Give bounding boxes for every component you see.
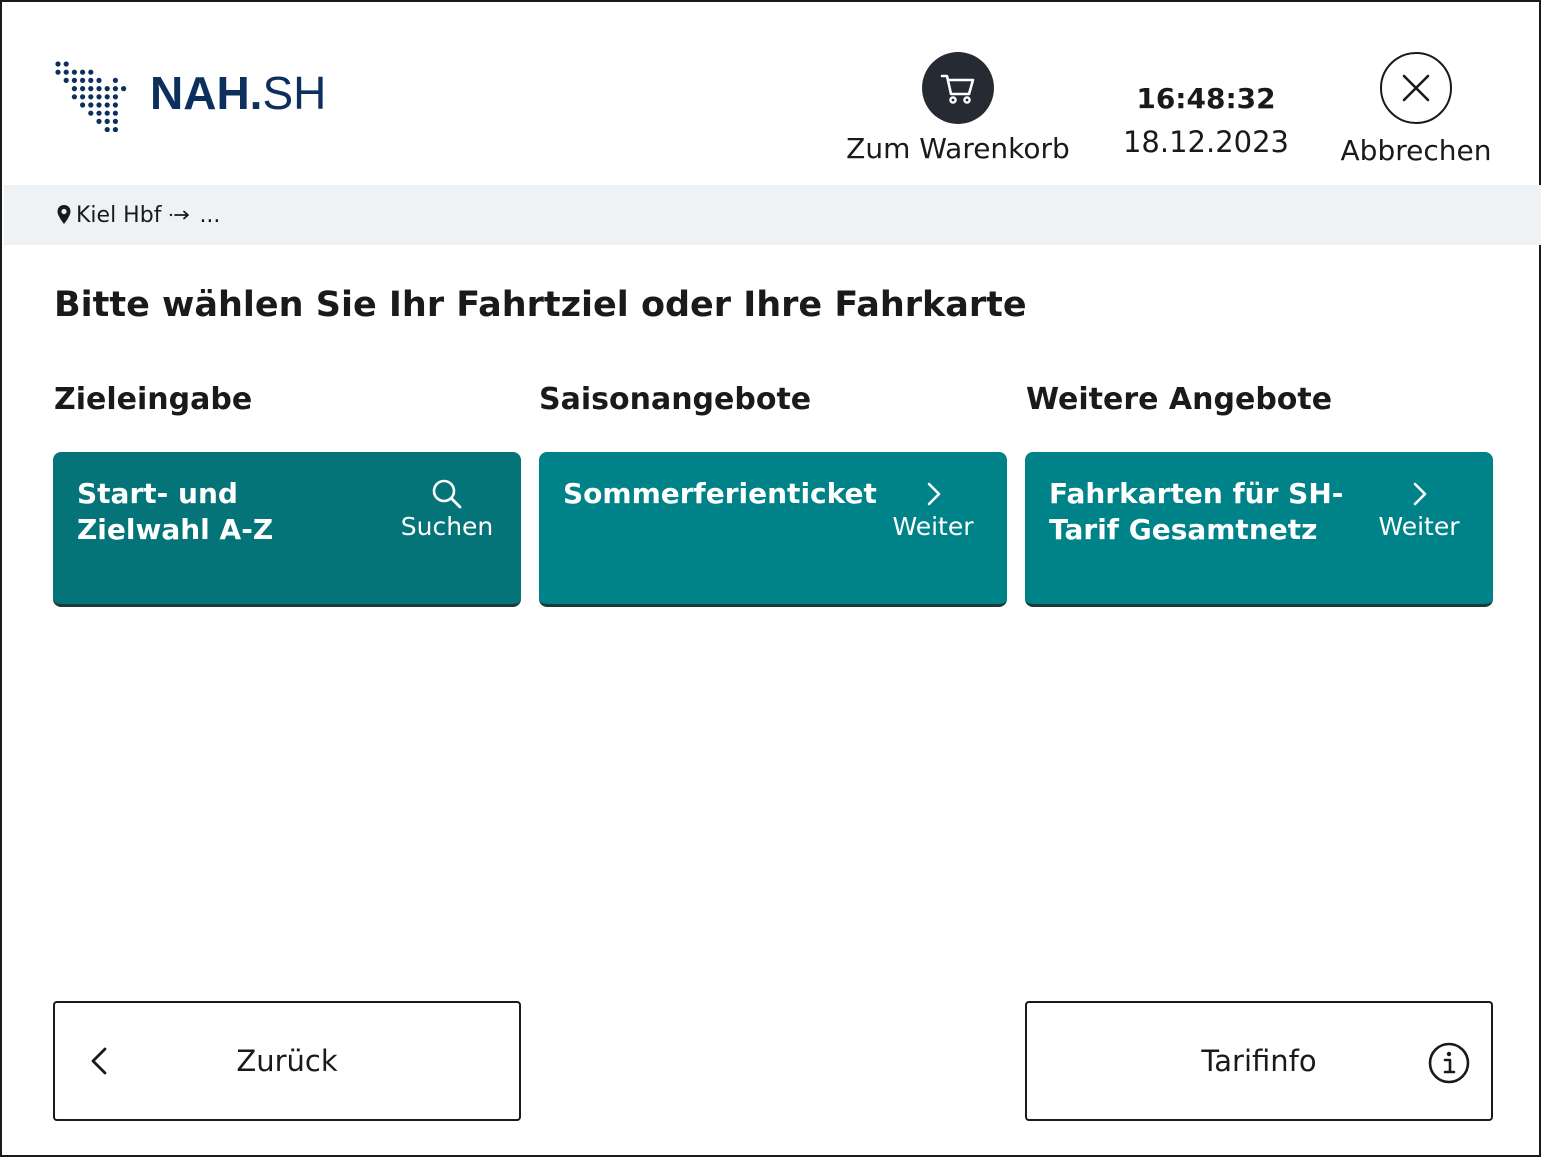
nah-sh-logo: NAH.SH [54,60,344,132]
tile-sommerferienticket[interactable]: Sommerferienticket Weiter [539,452,1007,607]
tile-action-label: Suchen [400,512,494,541]
cancel-button[interactable]: Abbrechen [1332,52,1500,167]
tile-action-label: Weiter [892,512,974,541]
close-icon [1402,74,1430,102]
chevron-left-icon [85,1043,113,1086]
logo-wordmark: NAH.SH [150,67,327,119]
tile-action-weiter[interactable]: Weiter [883,476,983,541]
page-title: Bitte wählen Sie Ihr Fahrtziel oder Ihre… [54,285,1027,325]
clock-date: 18.12.2023 [1122,125,1290,159]
tile-title: Start- und Zielwahl A-Z [77,477,274,546]
heading-saisonangebote: Saisonangebote [539,382,812,417]
tile-title: Sommerferienticket [563,477,877,510]
map-dots-logo [55,61,127,132]
arrow-right-icon [169,209,191,221]
tile-start-zielwahl[interactable]: Start- und Zielwahl A-Z Suchen [53,452,521,607]
cancel-icon-circle[interactable] [1380,52,1452,124]
cart-label[interactable]: Zum Warenkorb [838,132,1078,165]
cart-button[interactable]: Zum Warenkorb [838,52,1078,165]
tarifinfo-button[interactable]: Tarifinfo [1025,1001,1493,1121]
search-icon [432,479,462,509]
back-label: Zurück [236,1044,338,1078]
breadcrumb-from: Kiel Hbf [76,202,162,228]
chevron-right-icon [1413,482,1427,506]
back-button[interactable]: Zurück [53,1001,521,1121]
clock: 16:48:32 18.12.2023 [1106,82,1306,159]
tile-action-suchen[interactable]: Suchen [397,476,497,541]
clock-time: 16:48:32 [1136,82,1276,115]
heading-zieleingabe: Zieleingabe [54,382,253,417]
breadcrumb-to: ... [199,202,221,228]
heading-weitere-angebote: Weitere Angebote [1026,382,1333,417]
tile-action-label: Weiter [1378,512,1460,541]
cart-icon-circle[interactable] [922,52,994,124]
tile-title: Fahrkarten für SH-Tarif Gesamtnetz [1049,477,1344,546]
chevron-right-icon [927,482,941,506]
cancel-label[interactable]: Abbrechen [1332,134,1500,167]
kiosk-screen: NAH.SH Zum Warenkorb 16:48:32 18.12.2023… [0,0,1541,1157]
info-icon [1427,1041,1471,1092]
tarifinfo-label: Tarifinfo [1201,1044,1317,1078]
shopping-cart-icon [940,74,975,104]
tile-action-weiter[interactable]: Weiter [1369,476,1469,541]
tile-fahrkarten-sh-tarif[interactable]: Fahrkarten für SH-Tarif Gesamtnetz Weite… [1025,452,1493,607]
location-pin-icon [56,204,72,226]
breadcrumb: Kiel Hbf ... [4,185,1541,245]
